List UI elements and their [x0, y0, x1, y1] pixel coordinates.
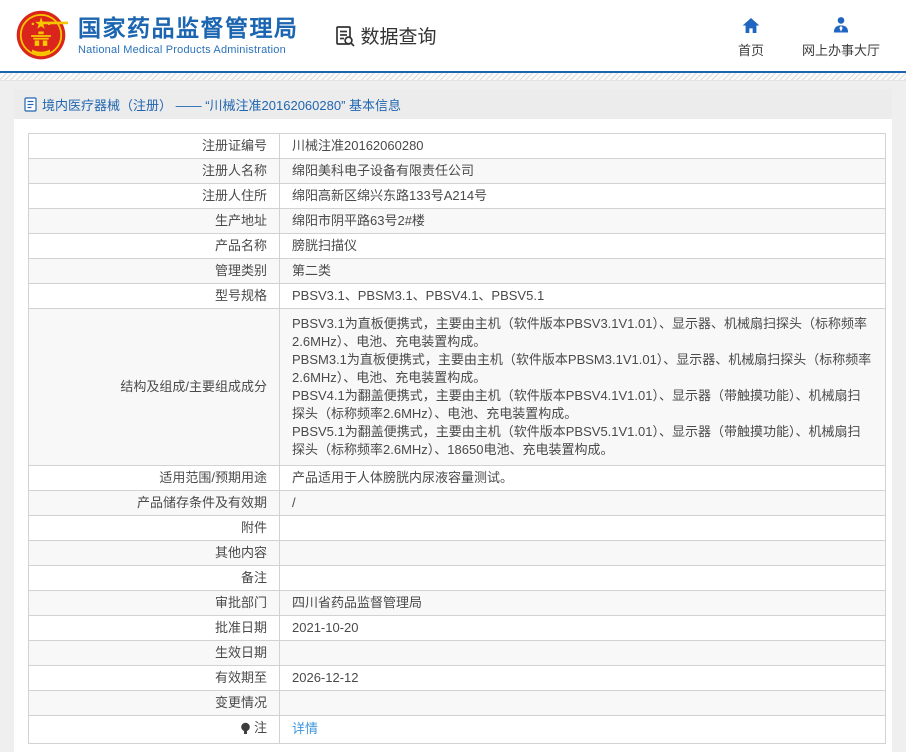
- info-table: 注册证编号 川械注准20162060280 注册人名称 绵阳美科电子设备有限责任…: [28, 133, 886, 744]
- row-value: [280, 541, 886, 566]
- row-value: [280, 641, 886, 666]
- table-row: 注册人名称 绵阳美科电子设备有限责任公司: [29, 159, 886, 184]
- row-label: 注册人住所: [29, 184, 280, 209]
- row-label: 型号规格: [29, 284, 280, 309]
- row-label: 注: [29, 716, 280, 744]
- table-row: 变更情况: [29, 691, 886, 716]
- table-row: 注册证编号 川械注准20162060280: [29, 134, 886, 159]
- national-emblem-icon: [14, 9, 68, 63]
- row-value: 第二类: [280, 259, 886, 284]
- data-query-heading: 数据查询: [333, 22, 437, 49]
- row-value: 川械注准20162060280: [280, 134, 886, 159]
- table-row: 审批部门 四川省药品监督管理局: [29, 591, 886, 616]
- table-row: 产品名称 膀胱扫描仪: [29, 234, 886, 259]
- row-label: 管理类别: [29, 259, 280, 284]
- breadcrumb-text: 境内医疗器械（注册） —— “川械注准20162060280” 基本信息: [42, 95, 401, 114]
- table-row: 管理类别 第二类: [29, 259, 886, 284]
- table-row: 附件: [29, 516, 886, 541]
- row-label: 有效期至: [29, 666, 280, 691]
- table-row: 生产地址 绵阳市阴平路63号2#楼: [29, 209, 886, 234]
- row-value: 详情: [280, 716, 886, 744]
- row-label: 产品名称: [29, 234, 280, 259]
- bulb-icon: [240, 722, 251, 735]
- row-label: 产品储存条件及有效期: [29, 491, 280, 516]
- content-card: 境内医疗器械（注册） —— “川械注准20162060280” 基本信息 注册证…: [14, 89, 892, 752]
- row-label: 生产地址: [29, 209, 280, 234]
- table-row: 型号规格 PBSV3.1、PBSM3.1、PBSV4.1、PBSV5.1: [29, 284, 886, 309]
- row-label: 批准日期: [29, 616, 280, 641]
- row-value: [280, 566, 886, 591]
- home-icon: [741, 13, 761, 35]
- table-row: 注册人住所 绵阳高新区绵兴东路133号A214号: [29, 184, 886, 209]
- row-value: 绵阳高新区绵兴东路133号A214号: [280, 184, 886, 209]
- table-row: 注 详情: [29, 716, 886, 744]
- row-label: 附件: [29, 516, 280, 541]
- row-value: 产品适用于人体膀胱内尿液容量测试。: [280, 466, 886, 491]
- nav-home-label: 首页: [738, 40, 764, 59]
- row-value: PBSV3.1、PBSM3.1、PBSV4.1、PBSV5.1: [280, 284, 886, 309]
- data-query-icon: [333, 24, 357, 48]
- row-value: PBSV3.1为直板便携式，主要由主机（软件版本PBSV3.1V1.01）、显示…: [280, 309, 886, 466]
- row-label: 注册人名称: [29, 159, 280, 184]
- table-row: 有效期至 2026-12-12: [29, 666, 886, 691]
- nav-service-hall[interactable]: 网上办事大厅: [802, 13, 880, 59]
- detail-link[interactable]: 详情: [292, 721, 318, 736]
- row-value: 绵阳美科电子设备有限责任公司: [280, 159, 886, 184]
- row-value: /: [280, 491, 886, 516]
- table-row: 其他内容: [29, 541, 886, 566]
- table-row: 备注: [29, 566, 886, 591]
- nav-home[interactable]: 首页: [730, 13, 772, 59]
- note-label-text: 注: [254, 720, 267, 736]
- data-query-label: 数据查询: [361, 22, 437, 49]
- row-label: 结构及组成/主要组成成分: [29, 309, 280, 466]
- row-value: 2026-12-12: [280, 666, 886, 691]
- row-value: 膀胱扫描仪: [280, 234, 886, 259]
- row-value: [280, 516, 886, 541]
- table-row: 结构及组成/主要组成成分 PBSV3.1为直板便携式，主要由主机（软件版本PBS…: [29, 309, 886, 466]
- org-name-cn: 国家药品监督管理局: [78, 15, 299, 41]
- table-row: 生效日期: [29, 641, 886, 666]
- nav-service-hall-label: 网上办事大厅: [802, 40, 880, 59]
- breadcrumb: 境内医疗器械（注册） —— “川械注准20162060280” 基本信息: [14, 89, 892, 119]
- row-value: 绵阳市阴平路63号2#楼: [280, 209, 886, 234]
- hatch-band: [0, 73, 906, 81]
- table-row: 适用范围/预期用途 产品适用于人体膀胱内尿液容量测试。: [29, 466, 886, 491]
- row-label: 备注: [29, 566, 280, 591]
- table-row: 批准日期 2021-10-20: [29, 616, 886, 641]
- top-nav: 首页 网上办事大厅: [730, 13, 880, 59]
- row-value: 四川省药品监督管理局: [280, 591, 886, 616]
- row-label: 其他内容: [29, 541, 280, 566]
- row-label: 适用范围/预期用途: [29, 466, 280, 491]
- brand: 国家药品监督管理局 National Medical Products Admi…: [0, 9, 299, 63]
- row-value: [280, 691, 886, 716]
- row-label: 注册证编号: [29, 134, 280, 159]
- row-value: 2021-10-20: [280, 616, 886, 641]
- site-header: 国家药品监督管理局 National Medical Products Admi…: [0, 0, 906, 71]
- row-label: 生效日期: [29, 641, 280, 666]
- org-name-en: National Medical Products Administration: [78, 44, 299, 56]
- row-label: 审批部门: [29, 591, 280, 616]
- row-label: 变更情况: [29, 691, 280, 716]
- user-icon: [831, 13, 851, 35]
- document-icon: [24, 97, 37, 112]
- org-titles: 国家药品监督管理局 National Medical Products Admi…: [78, 15, 299, 56]
- table-row: 产品储存条件及有效期 /: [29, 491, 886, 516]
